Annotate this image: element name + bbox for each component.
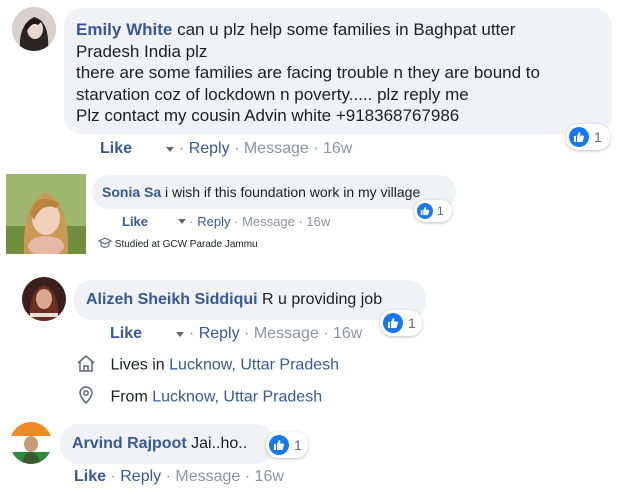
from-place-link[interactable]: Lucknow, Uttar Pradesh: [152, 389, 322, 406]
like-link[interactable]: Like: [74, 468, 106, 485]
comment-actions: Like · Reply · Message · 16w: [74, 468, 284, 485]
avatar[interactable]: [22, 277, 66, 321]
comment-text-line: there are some families are facing troub…: [76, 63, 540, 82]
message-link[interactable]: Message: [175, 468, 240, 485]
avatar[interactable]: [10, 422, 52, 464]
comment-text-line: Pradesh India plz: [76, 41, 208, 61]
reaction-count: 1: [294, 437, 302, 453]
timestamp[interactable]: 16w: [333, 325, 362, 342]
comment-text: i wish if this foundation work in my vil…: [165, 184, 421, 200]
timestamp[interactable]: 16w: [255, 468, 284, 485]
avatar[interactable]: [6, 174, 86, 254]
caret-down-icon[interactable]: [177, 219, 186, 225]
profile-info-education: Studied at GCW Parade Jammu: [97, 237, 258, 252]
comment-bubble: Arvind Rajpoot Jai..ho..: [60, 424, 274, 464]
comment-author[interactable]: Alizeh Sheikh Siddiqui: [86, 291, 258, 308]
thumbs-up-icon: [569, 127, 589, 147]
comment-bubble: Alizeh Sheikh Siddiqui R u providing job: [74, 280, 426, 320]
thumbs-up-icon: [417, 203, 433, 219]
profile-info-from: From Lucknow, Uttar Pradesh: [76, 385, 322, 410]
comment-bubble: Emily White can u plz help some families…: [64, 8, 612, 134]
message-link[interactable]: Message: [254, 325, 319, 342]
comment-actions: Like · Reply · Message · 16w: [100, 140, 353, 157]
comment-actions: Like · Reply · Message · 16w: [122, 214, 331, 230]
comment-bubble: Sonia Sa i wish if this foundation work …: [92, 175, 456, 209]
thumbs-up-icon: [269, 435, 289, 455]
comment-author[interactable]: Emily White: [76, 20, 172, 39]
reaction-badge[interactable]: 1: [266, 432, 308, 458]
reply-link[interactable]: Reply: [197, 214, 230, 229]
like-link[interactable]: Like: [122, 214, 148, 229]
caret-down-icon[interactable]: [176, 331, 185, 337]
reply-link[interactable]: Reply: [199, 325, 240, 342]
comment-text: R u providing job: [262, 291, 383, 308]
timestamp[interactable]: 16w: [306, 214, 330, 229]
comment-text: Jai..ho..: [191, 435, 248, 452]
caret-down-icon[interactable]: [166, 146, 175, 152]
message-link[interactable]: Message: [242, 214, 295, 229]
reaction-count: 1: [437, 204, 444, 218]
comment-text-line: Plz contact my cousin Advin white +91836…: [76, 106, 460, 125]
thumbs-up-icon: [383, 313, 403, 333]
reaction-count: 1: [408, 315, 416, 331]
message-link[interactable]: Message: [244, 140, 309, 157]
house-icon: [76, 353, 98, 378]
like-link[interactable]: Like: [100, 140, 132, 157]
reaction-badge[interactable]: 1: [380, 310, 422, 336]
timestamp[interactable]: 16w: [323, 140, 352, 157]
reaction-count: 1: [594, 129, 602, 145]
location-pin-icon: [76, 385, 98, 410]
profile-info-lives: Lives in Lucknow, Uttar Pradesh: [76, 353, 339, 378]
like-link[interactable]: Like: [110, 325, 142, 342]
lives-place-link[interactable]: Lucknow, Uttar Pradesh: [169, 357, 339, 374]
reply-link[interactable]: Reply: [120, 468, 161, 485]
reaction-badge[interactable]: 1: [414, 200, 452, 222]
comment-actions: Like · Reply · Message · 16w: [110, 325, 363, 342]
graduation-cap-icon: [97, 237, 115, 252]
reaction-badge[interactable]: 1: [566, 124, 610, 150]
reply-link[interactable]: Reply: [189, 140, 230, 157]
comment-text-line: starvation coz of lockdown n poverty....…: [76, 84, 469, 104]
avatar[interactable]: [12, 7, 56, 51]
comment-author[interactable]: Arvind Rajpoot: [72, 435, 187, 452]
comment-author[interactable]: Sonia Sa: [102, 184, 161, 200]
comment-text-line: can u plz help some families in Baghpat …: [177, 20, 516, 39]
